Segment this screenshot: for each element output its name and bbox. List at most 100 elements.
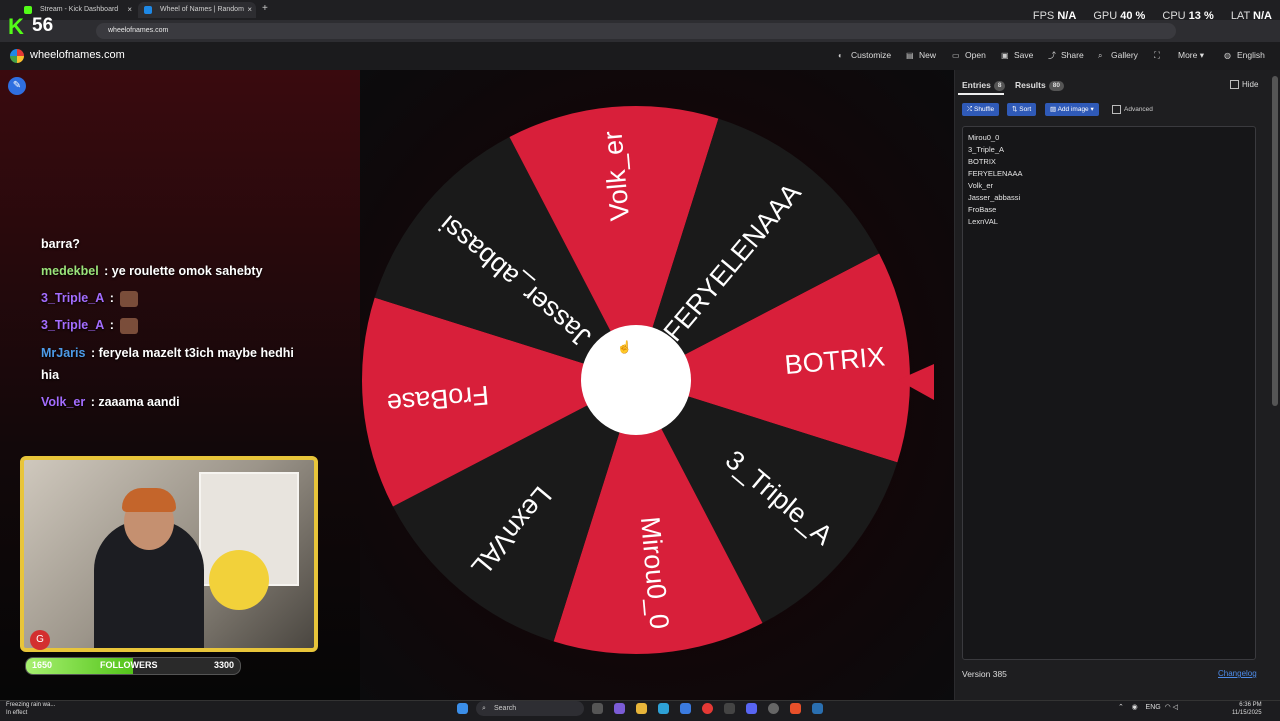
chat-text: : <box>106 318 114 332</box>
image-icon: ▨ <box>1050 106 1058 113</box>
viewer-count: 56 <box>32 15 54 36</box>
language-label: English <box>1237 50 1265 60</box>
chat-text: : ye roulette omok sahebty <box>100 264 263 278</box>
app-icon[interactable] <box>768 703 779 714</box>
start-menu-icon[interactable] <box>457 703 468 714</box>
followers-goal: 3300 <box>213 660 234 670</box>
kick-logo: K <box>8 14 24 39</box>
close-tab-icon[interactable]: × <box>127 2 132 18</box>
chat-username: medekbel <box>41 264 99 278</box>
file-explorer-icon[interactable] <box>636 703 647 714</box>
chat-username: hia <box>41 368 60 382</box>
taskbar-search[interactable]: ⌕ Search <box>476 701 584 716</box>
hide-label: Hide <box>1242 80 1259 89</box>
add-image-label: Add image <box>1057 106 1089 113</box>
cpu-label: CPU <box>1162 10 1186 22</box>
chat-text: : feryela mazelt t3ich maybe hedhi <box>87 346 294 360</box>
webcam-frame <box>20 456 318 652</box>
changelog-link[interactable]: Changelog <box>1218 669 1257 678</box>
entry-line: Volk_er <box>968 181 994 190</box>
wifi-icon: ◠ <box>1164 704 1171 711</box>
tab-entries[interactable]: Entries 8 <box>962 80 1006 91</box>
more-button[interactable]: More ▾ <box>1178 50 1204 61</box>
chevron-down-icon: ▾ <box>1199 50 1205 60</box>
share-button[interactable]: ⤴ Share <box>1048 50 1084 61</box>
url-field[interactable]: wheelofnames.com <box>96 23 1176 39</box>
search-icon: ⌕ <box>482 705 486 712</box>
chrome-icon[interactable] <box>702 703 713 714</box>
site-logo-icon[interactable] <box>10 49 24 63</box>
tab-results[interactable]: Results 80 <box>1015 80 1064 91</box>
new-tab-button[interactable]: + <box>262 3 268 14</box>
streamer-beanie <box>122 488 176 512</box>
steam-icon[interactable] <box>812 703 823 714</box>
entry-line: 3_Triple_A <box>968 145 1004 154</box>
weather-widget[interactable]: Freezing rain wa... In effect <box>6 701 55 717</box>
advanced-toggle[interactable]: Advanced <box>1112 105 1153 114</box>
weather-line-1: Freezing rain wa... <box>6 702 56 708</box>
taskbar-search-label: Search <box>494 705 517 712</box>
name-wheel[interactable]: BOTRIX3_Triple_AMirou0_0LexnVALFroBaseJa… <box>359 103 913 657</box>
entries-textarea[interactable]: Mirou0_0 3_Triple_A BOTRIX FERYELENAAA Volk_… <box>962 126 1256 660</box>
lat-label: LAT <box>1230 10 1250 22</box>
task-view-icon[interactable] <box>592 703 603 714</box>
system-tray[interactable]: ⌃ ◉ ENG ◠ ◁ <box>1118 703 1178 711</box>
customize-button[interactable]: ◐ Customize <box>838 50 891 60</box>
taskbar-clock[interactable]: 6:36 PM 11/15/2025 <box>1232 701 1262 717</box>
chat-message: Volk_er : zaaama aandi <box>41 391 341 413</box>
hand-cursor-icon: ☝ <box>617 340 632 354</box>
advanced-label: Advanced <box>1124 106 1153 114</box>
tab-label: Stream - Kick Dashboard <box>40 6 119 13</box>
entry-line: Jasser_abbassi <box>968 193 1021 202</box>
close-tab-icon[interactable]: × <box>247 2 252 18</box>
save-button[interactable]: ▣ Save <box>1001 50 1033 60</box>
entries-tab-label: Entries <box>962 80 991 90</box>
wheel-favicon-icon <box>144 6 152 14</box>
app-icon[interactable] <box>614 703 625 714</box>
language-indicator: ENG <box>1145 704 1161 711</box>
edge-icon[interactable] <box>658 703 669 714</box>
shuffle-icon: ⤮ <box>967 106 975 113</box>
page-scrollbar[interactable] <box>1272 76 1278 406</box>
chat-text: : zaaama aandi <box>87 395 180 409</box>
followers-goal-bar: 1650 FOLLOWERS 3300 <box>25 657 241 675</box>
new-button[interactable]: ▤ New <box>906 50 936 60</box>
shuffle-label: Shuffle <box>974 106 995 113</box>
open-button[interactable]: ▭ Open <box>952 50 986 60</box>
add-image-button[interactable]: ▨ Add image ▾ <box>1045 103 1099 116</box>
kick-favicon-icon <box>24 6 32 14</box>
version-label: Version 385 <box>962 669 1007 679</box>
discord-icon[interactable] <box>746 703 757 714</box>
advanced-checkbox[interactable] <box>1112 105 1121 114</box>
hide-checkbox[interactable] <box>1230 80 1239 90</box>
language-button[interactable]: ◍ English <box>1224 50 1265 60</box>
fps-label: FPS <box>1032 10 1055 22</box>
brave-icon[interactable] <box>790 703 801 714</box>
more-label: More <box>1178 50 1198 60</box>
share-icon: ⤴ <box>1048 51 1056 60</box>
customize-label: Customize <box>851 50 892 60</box>
fps-value: N/A <box>1057 10 1077 22</box>
clock-date: 11/15/2025 <box>1232 710 1262 716</box>
network-icon: ◉ <box>1131 704 1138 711</box>
wheel-center-hub[interactable] <box>581 325 691 435</box>
gallery-button[interactable]: ⌕ Gallery <box>1098 50 1138 61</box>
entries-count-badge: 8 <box>993 80 1006 91</box>
sort-button[interactable]: ⇅ Sort <box>1007 103 1037 116</box>
followers-current: 1650 <box>32 660 53 670</box>
fullscreen-icon[interactable]: ⛶ <box>1154 50 1160 61</box>
weather-line-2: In effect <box>6 710 28 716</box>
app-header <box>0 42 1280 71</box>
mail-icon[interactable] <box>680 703 691 714</box>
gpu-value: 40 % <box>1120 10 1146 22</box>
tab-wheel-of-names[interactable]: Wheel of Names | Random × <box>138 2 256 18</box>
app-icon[interactable] <box>724 703 735 714</box>
globe-icon: ◍ <box>1224 51 1231 60</box>
shuffle-button[interactable]: ⤮ Shuffle <box>962 103 1000 116</box>
site-name[interactable]: wheelofnames.com <box>30 49 125 61</box>
hide-toggle[interactable]: Hide <box>1230 80 1259 90</box>
edit-pencil-icon[interactable]: ✎ <box>8 77 26 95</box>
share-label: Share <box>1061 50 1084 60</box>
new-label: New <box>919 50 937 60</box>
stream-badge-icon: G <box>30 630 50 650</box>
